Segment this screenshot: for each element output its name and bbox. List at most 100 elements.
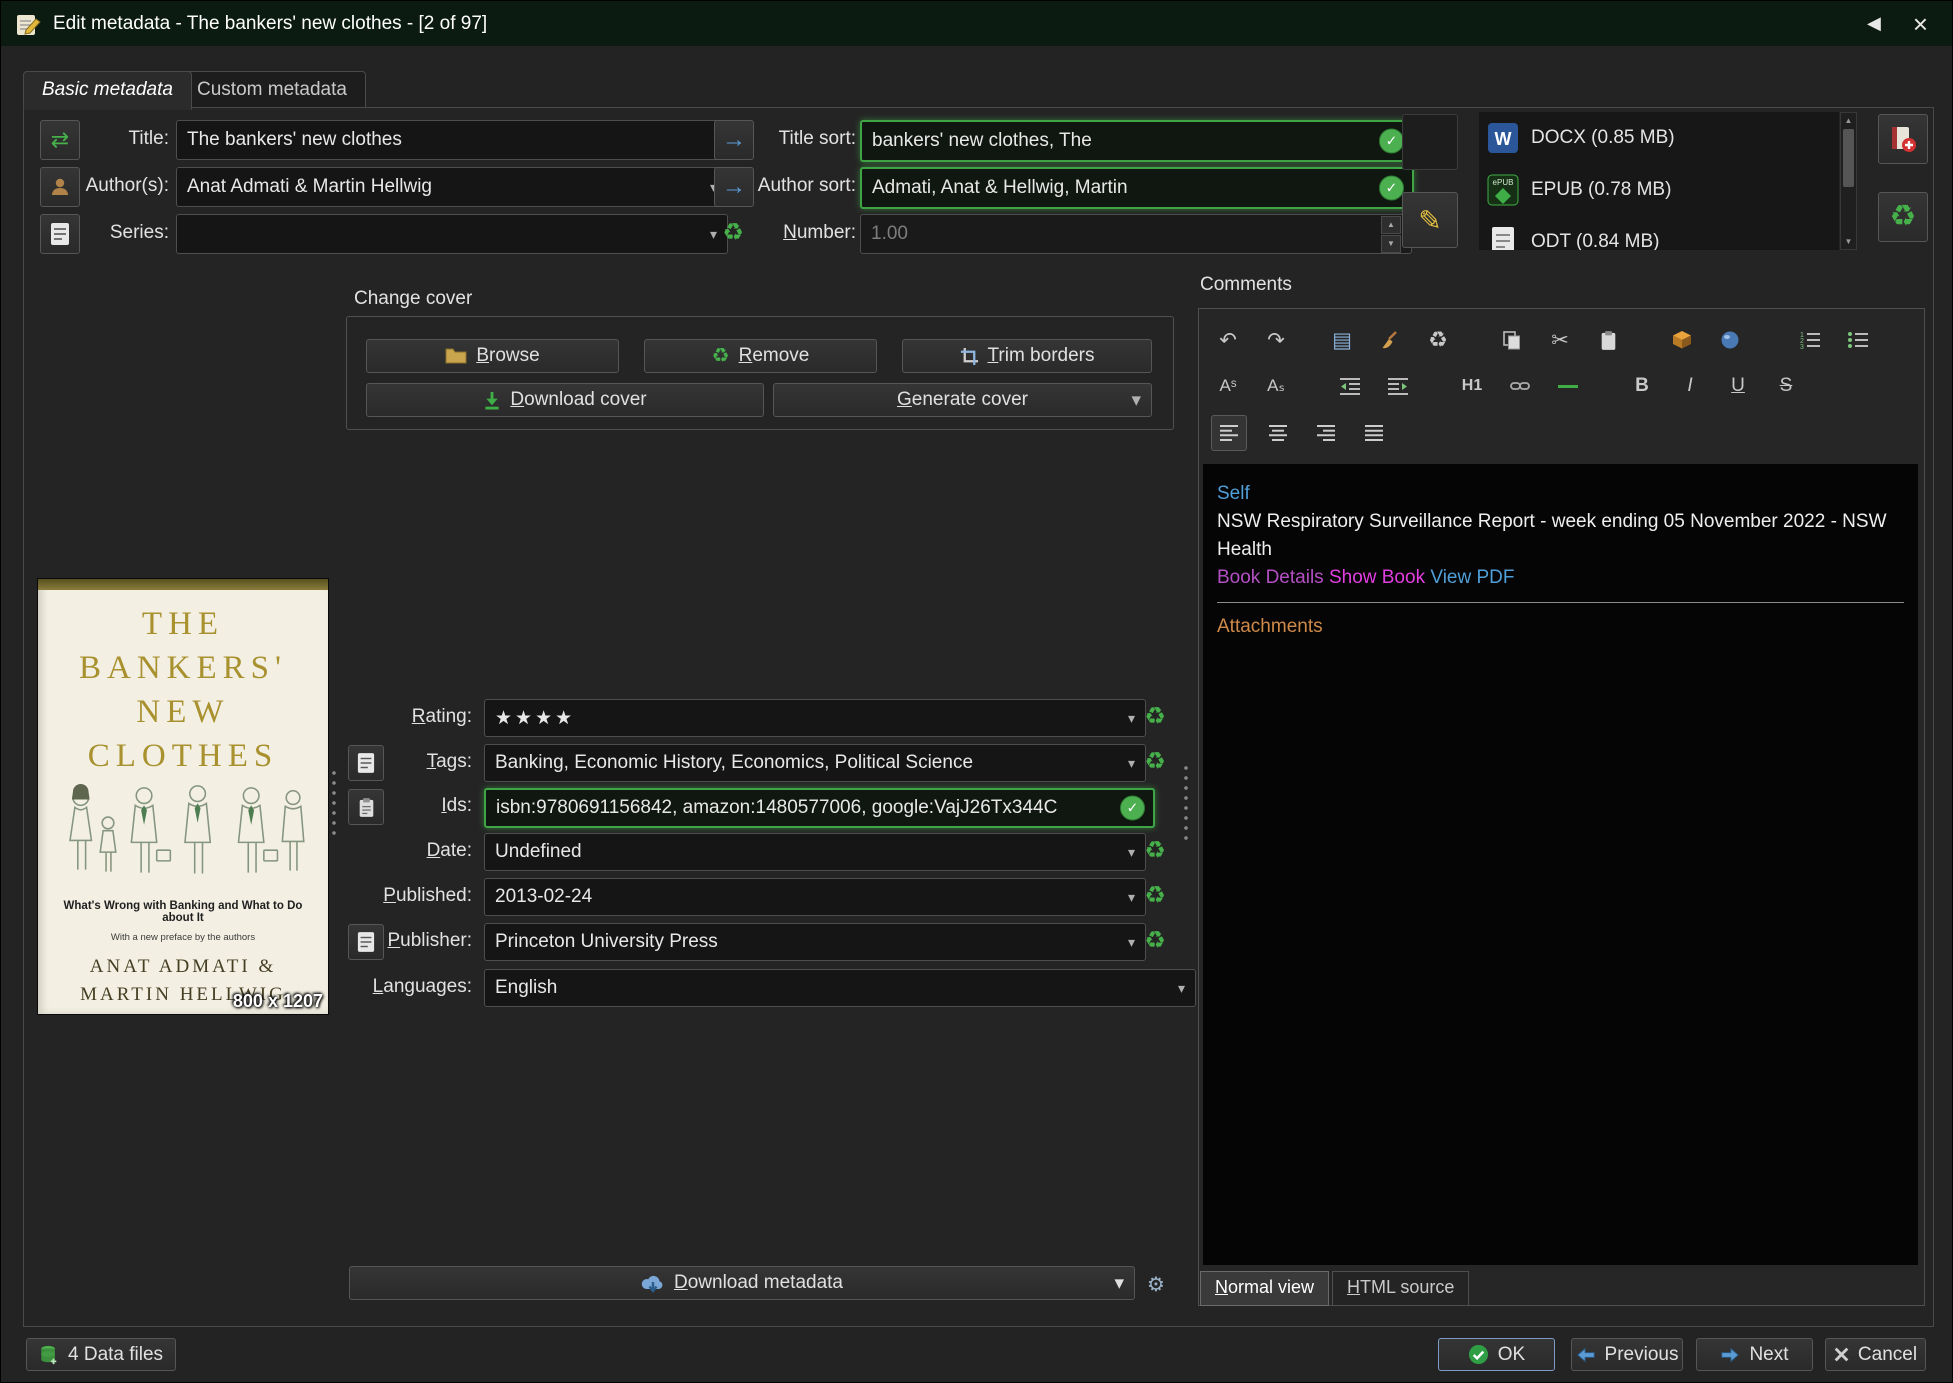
tags-combo[interactable]: Banking, Economic History, Economics, Po…: [484, 744, 1146, 782]
tab-custom-metadata[interactable]: Custom metadata: [178, 71, 366, 110]
show-book-link[interactable]: Show Book: [1329, 567, 1425, 588]
browse-cover-button[interactable]: Browse: [366, 339, 619, 373]
titlebar-back-icon[interactable]: ◀: [1857, 13, 1891, 34]
download-metadata-dropdown-icon[interactable]: ▾: [1114, 1272, 1124, 1295]
italic-icon[interactable]: I: [1673, 369, 1707, 403]
tab-normal-view[interactable]: Normal view: [1200, 1271, 1329, 1306]
data-files-button[interactable]: 4 Data files: [26, 1338, 176, 1371]
recycle-icon: ♻: [712, 346, 730, 366]
align-left-icon[interactable]: [1211, 415, 1247, 451]
generate-cover-button[interactable]: Generate cover ▾: [773, 383, 1152, 417]
clear-publisher-button[interactable]: ♻: [1137, 923, 1173, 959]
scroll-up-icon[interactable]: ▲: [1841, 113, 1856, 128]
manage-series-button[interactable]: [40, 214, 80, 254]
clear-date-button[interactable]: ♻: [1137, 833, 1173, 869]
broom-icon[interactable]: [1373, 323, 1407, 357]
tags-dropdown-icon[interactable]: ▾: [1128, 755, 1135, 772]
clipboard-icon[interactable]: [1591, 323, 1625, 357]
superscript-icon[interactable]: Aˢ: [1211, 369, 1245, 403]
scroll-down-icon[interactable]: ▼: [1841, 234, 1856, 249]
bold-icon[interactable]: B: [1625, 369, 1659, 403]
scrollbar-thumb[interactable]: [1843, 129, 1854, 187]
published-combo[interactable]: 2013-02-24 ▾: [484, 878, 1146, 916]
cover-title-line: NEW: [38, 690, 328, 734]
date-dropdown-icon[interactable]: ▾: [1128, 844, 1135, 861]
title-sort-input[interactable]: bankers' new clothes, The ✓: [860, 120, 1414, 162]
title-input[interactable]: The bankers' new clothes: [176, 120, 728, 160]
manage-authors-button[interactable]: [40, 167, 80, 207]
download-cover-button[interactable]: Download cover: [366, 383, 764, 417]
clear-tags-button[interactable]: ♻: [1137, 744, 1173, 780]
subscript-icon[interactable]: Aₛ: [1259, 369, 1293, 403]
align-right-icon[interactable]: [1309, 416, 1343, 450]
document-icon[interactable]: ▤: [1325, 323, 1359, 357]
sphere-icon[interactable]: [1713, 323, 1747, 357]
format-row-odt[interactable]: ODT (0.84 MB): [1479, 216, 1839, 250]
rating-dropdown-icon[interactable]: ▾: [1128, 710, 1135, 727]
clear-published-button[interactable]: ♻: [1137, 878, 1173, 914]
swap-title-author-button[interactable]: ⇄: [40, 120, 80, 160]
view-pdf-link[interactable]: View PDF: [1430, 567, 1514, 588]
outdent-icon[interactable]: [1333, 369, 1367, 403]
numbered-list-icon[interactable]: 123: [1793, 323, 1827, 357]
titlebar-close-icon[interactable]: ×: [1903, 11, 1938, 37]
align-justify-icon[interactable]: [1357, 416, 1391, 450]
self-link[interactable]: Self: [1217, 483, 1250, 504]
cloud-download-icon: [641, 1274, 665, 1293]
spinner-buttons[interactable]: ▲ ▼: [1381, 216, 1401, 253]
recycle-icon[interactable]: ♻: [1421, 323, 1455, 357]
heading-icon[interactable]: H1: [1455, 369, 1489, 403]
link-icon[interactable]: [1503, 369, 1537, 403]
copy-icon[interactable]: [1495, 323, 1529, 357]
generate-cover-dropdown-icon[interactable]: ▾: [1131, 389, 1141, 412]
next-button[interactable]: Next: [1696, 1338, 1813, 1371]
series-combo[interactable]: ▾: [176, 214, 728, 254]
indent-icon[interactable]: [1381, 369, 1415, 403]
strikethrough-icon[interactable]: S: [1769, 369, 1803, 403]
cover-image[interactable]: THE BANKERS' NEW CLOTHES: [37, 578, 329, 1015]
spin-down-icon[interactable]: ▼: [1381, 235, 1401, 253]
rating-combo[interactable]: ★★★★ ▾: [484, 699, 1146, 737]
cover-from-format-button[interactable]: [1402, 114, 1458, 170]
scissors-icon[interactable]: ✂: [1543, 323, 1577, 357]
languages-combo[interactable]: English ▾: [484, 969, 1196, 1007]
ids-input[interactable]: isbn:9780691156842, amazon:1480577006, g…: [484, 788, 1155, 828]
edit-formats-button[interactable]: ✎: [1402, 192, 1458, 248]
authors-combo[interactable]: Anat Admati & Martin Hellwig ▾: [176, 167, 728, 207]
trim-borders-button[interactable]: Trim borders: [902, 339, 1152, 373]
color-cube-icon[interactable]: [1665, 323, 1699, 357]
tab-basic-metadata[interactable]: Basic metadata: [23, 71, 192, 110]
horizontal-rule-icon[interactable]: [1551, 369, 1585, 403]
format-name: EPUB (0.78 MB): [1531, 179, 1671, 201]
left-splitter-handle[interactable]: [330, 768, 338, 838]
bullet-list-icon[interactable]: [1841, 323, 1875, 357]
series-number-spinner[interactable]: 1.00 ▲ ▼: [860, 214, 1412, 254]
remove-format-button[interactable]: ♻: [1878, 192, 1928, 242]
add-format-button[interactable]: [1878, 114, 1928, 164]
date-combo[interactable]: Undefined ▾: [484, 833, 1146, 871]
spin-up-icon[interactable]: ▲: [1381, 216, 1401, 234]
comments-splitter-handle[interactable]: [1182, 763, 1190, 843]
underline-icon[interactable]: U: [1721, 369, 1755, 403]
author-sort-input[interactable]: Admati, Anat & Hellwig, Martin ✓: [860, 167, 1414, 209]
remove-cover-button[interactable]: ♻ Remove: [644, 339, 877, 373]
tab-html-source[interactable]: HTML source: [1332, 1271, 1469, 1306]
cancel-button[interactable]: Cancel: [1825, 1338, 1926, 1371]
format-row-docx[interactable]: W DOCX (0.85 MB): [1479, 112, 1839, 164]
publisher-dropdown-icon[interactable]: ▾: [1128, 934, 1135, 951]
previous-button[interactable]: Previous: [1571, 1338, 1683, 1371]
align-center-icon[interactable]: [1261, 416, 1295, 450]
download-metadata-button[interactable]: Download metadata ▾: [349, 1266, 1135, 1300]
ok-button[interactable]: OK: [1438, 1338, 1555, 1371]
comments-content[interactable]: Self NSW Respiratory Surveillance Report…: [1203, 464, 1918, 1265]
formats-scrollbar[interactable]: ▲ ▼: [1840, 112, 1857, 250]
format-row-epub[interactable]: ePUB EPUB (0.78 MB): [1479, 164, 1839, 216]
undo-icon[interactable]: ↶: [1211, 323, 1245, 357]
published-dropdown-icon[interactable]: ▾: [1128, 889, 1135, 906]
clear-rating-button[interactable]: ♻: [1137, 699, 1173, 735]
configure-metadata-download-button[interactable]: ⚙: [1141, 1269, 1171, 1299]
book-details-link[interactable]: Book Details: [1217, 567, 1324, 588]
languages-dropdown-icon[interactable]: ▾: [1178, 980, 1185, 997]
redo-icon[interactable]: ↷: [1259, 323, 1293, 357]
publisher-combo[interactable]: Princeton University Press ▾: [484, 923, 1146, 961]
